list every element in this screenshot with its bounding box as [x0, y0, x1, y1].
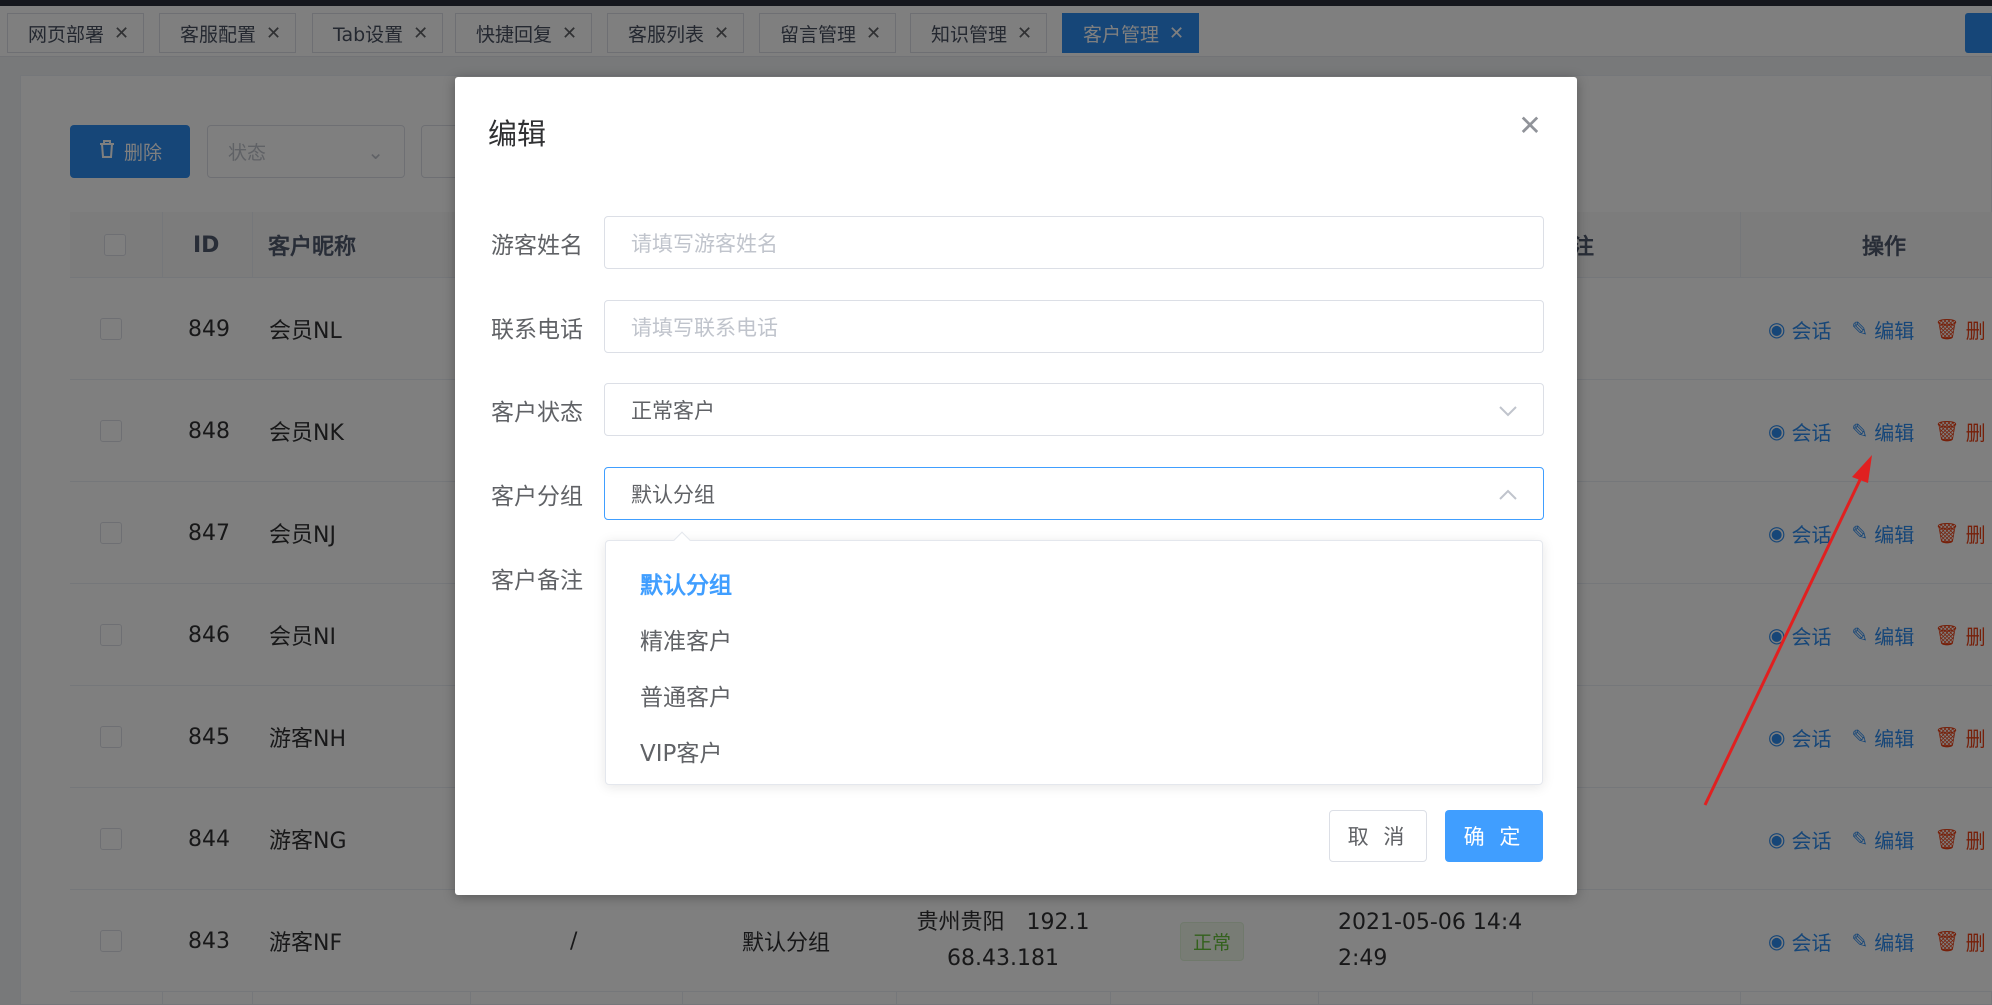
status-select[interactable]: 正常客户 — [604, 383, 1544, 436]
group-option[interactable]: 精准客户 — [606, 611, 1542, 667]
chevron-down-icon — [1499, 398, 1517, 422]
cancel-button[interactable]: 取 消 — [1329, 810, 1427, 862]
group-dropdown: 默认分组 精准客户 普通客户 VIP客户 — [605, 531, 1543, 785]
dropdown-arrow — [673, 531, 691, 549]
name-label: 游客姓名 — [491, 233, 583, 259]
phone-input[interactable]: 请填写联系电话 — [604, 300, 1544, 353]
group-label: 客户分组 — [491, 484, 583, 510]
close-icon[interactable]: ✕ — [1515, 109, 1545, 142]
group-value: 默认分组 — [631, 482, 715, 507]
annotation-arrow-icon — [1703, 455, 1872, 806]
group-option[interactable]: 普通客户 — [606, 667, 1542, 723]
group-option[interactable]: 默认分组 — [606, 555, 1542, 611]
name-placeholder: 请填写游客姓名 — [631, 231, 778, 256]
status-value: 正常客户 — [631, 398, 715, 423]
dialog-title: 编辑 — [488, 117, 547, 151]
chevron-up-icon — [1499, 482, 1517, 506]
status-label: 客户状态 — [491, 400, 583, 426]
group-select[interactable]: 默认分组 — [604, 467, 1544, 520]
group-option[interactable]: VIP客户 — [606, 723, 1542, 779]
phone-label: 联系电话 — [491, 317, 583, 343]
name-input[interactable]: 请填写游客姓名 — [604, 216, 1544, 269]
phone-placeholder: 请填写联系电话 — [631, 315, 778, 340]
confirm-button[interactable]: 确 定 — [1445, 810, 1543, 862]
edit-dialog: 编辑 ✕ 游客姓名 请填写游客姓名 联系电话 请填写联系电话 客户状态 正常客户… — [455, 77, 1577, 895]
remark-label: 客户备注 — [491, 568, 583, 594]
